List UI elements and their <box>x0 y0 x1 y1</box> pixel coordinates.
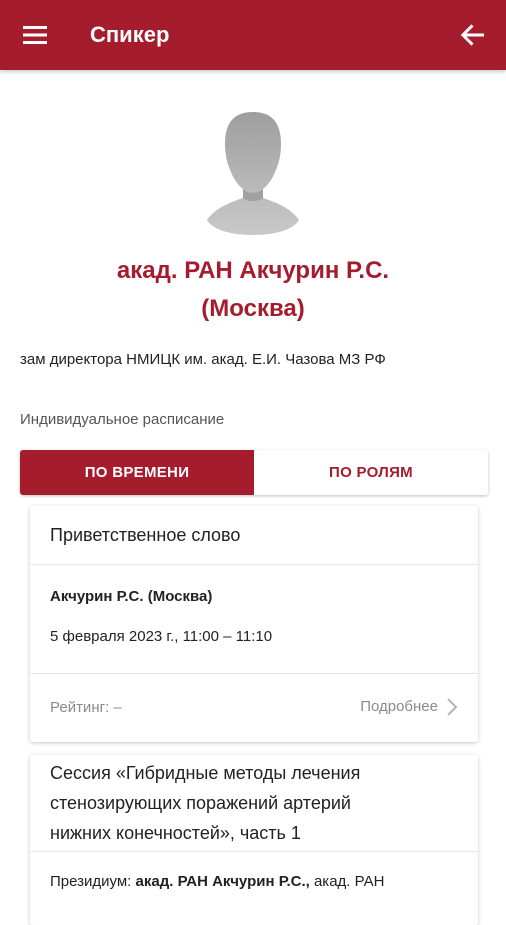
page-title: Спикер <box>90 22 170 47</box>
event-title-line1: Сессия «Гибридные методы лечения <box>50 763 361 783</box>
presidium-bold: акад. РАН Акчурин Р.С., <box>135 873 310 890</box>
menu-icon[interactable] <box>22 22 48 48</box>
speaker-name-line2: (Москва) <box>201 295 305 322</box>
tab-by-roles[interactable]: ПО РОЛЯМ <box>254 450 488 495</box>
event-presidium: Президиум: акад. РАН Акчурин Р.С., акад.… <box>30 852 478 892</box>
presidium-label: Президиум: <box>50 873 132 890</box>
chevron-right-icon <box>447 698 458 716</box>
event-title-line3: нижних конечностей», часть 1 <box>50 823 301 843</box>
event-body: Акчурин Р.С. (Москва) 5 февраля 2023 г.,… <box>30 565 478 673</box>
speaker-name-line1: акад. РАН Акчурин Р.С. <box>116 257 390 284</box>
more-link[interactable]: Подробнее <box>360 696 460 718</box>
presidium-rest: акад. РАН <box>313 873 385 890</box>
speaker-position: зам директора НМИЦК им. акад. Е.И. Чазов… <box>20 351 386 368</box>
arrow-back-icon[interactable] <box>460 22 486 48</box>
event-title-line2: стенозирующих поражений артерий <box>50 793 351 813</box>
event-card[interactable]: Приветственное слово Акчурин Р.С. (Москв… <box>30 506 478 742</box>
event-rating: Рейтинг: – <box>50 699 122 716</box>
tab-by-time[interactable]: ПО ВРЕМЕНИ <box>20 450 254 495</box>
event-time: 5 февраля 2023 г., 11:00 – 11:10 <box>50 628 273 645</box>
schedule-tabs: ПО ВРЕМЕНИ ПО РОЛЯМ <box>20 450 488 495</box>
speaker-name: акад. РАН Акчурин Р.С. (Москва) <box>0 252 506 328</box>
event-footer: Рейтинг: – Подробнее <box>30 674 478 742</box>
event-speaker: Акчурин Р.С. (Москва) <box>50 588 213 605</box>
app-bar: Спикер <box>0 0 506 70</box>
event-title: Приветственное слово <box>50 525 241 545</box>
more-link-label: Подробнее <box>360 698 438 715</box>
event-title: Сессия «Гибридные методы лечения стенози… <box>30 755 478 851</box>
schedule-label: Индивидуальное расписание <box>20 411 225 428</box>
avatar-placeholder-icon <box>207 112 299 235</box>
